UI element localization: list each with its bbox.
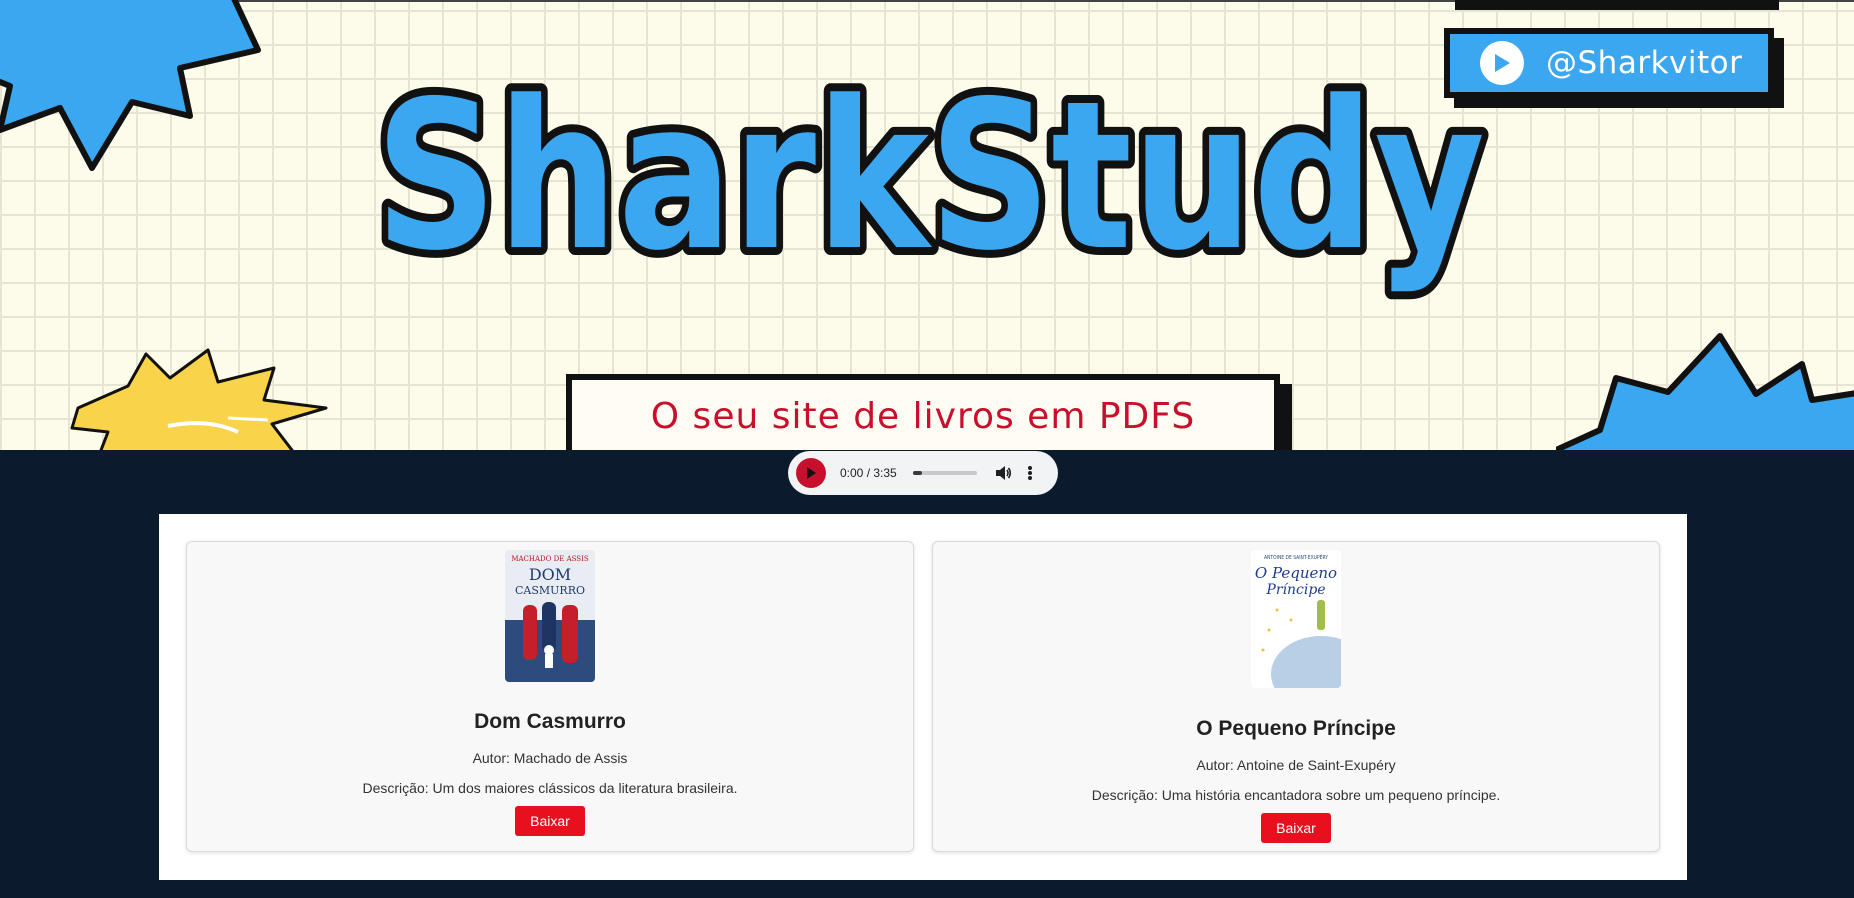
audio-player[interactable]: 0:00 / 3:35 (788, 451, 1058, 495)
svg-text:MACHADO DE ASSIS: MACHADO DE ASSIS (511, 555, 589, 563)
download-button[interactable]: Baixar (515, 806, 585, 836)
book-description: Descrição: Um dos maiores clássicos da l… (362, 780, 738, 796)
svg-text:DOM: DOM (529, 565, 571, 584)
audio-play-button[interactable] (796, 458, 826, 488)
audio-seek-progress (912, 471, 922, 475)
channel-handle: @Sharkvitor (1546, 45, 1743, 81)
hero-banner: @Sharkvitor SharkStudy O seu site de liv… (0, 0, 1854, 450)
tagline-box: O seu site de livros em PDFS (566, 374, 1280, 450)
svg-text:Príncipe: Príncipe (1265, 582, 1325, 598)
book-card: MACHADO DE ASSIS DOM CASMURRO Dom Casmur… (186, 541, 914, 852)
download-button[interactable]: Baixar (1261, 813, 1331, 843)
site-logo: SharkStudy (360, 50, 1500, 304)
tagline: O seu site de livros em PDFS (650, 396, 1196, 437)
book-cover-o-pequeno-principe: ANTOINE DE SAINT-EXUPÉRY O Pequeno Prínc… (1251, 550, 1341, 688)
blue-starburst-decoration (0, 0, 261, 171)
more-options-icon[interactable] (1027, 464, 1033, 482)
channel-tag-shadow (1455, 0, 1779, 10)
book-title: O Pequeno Príncipe (1196, 717, 1396, 740)
book-cover-dom-casmurro: MACHADO DE ASSIS DOM CASMURRO (505, 550, 595, 682)
book-title: Dom Casmurro (474, 710, 626, 733)
book-author: Autor: Machado de Assis (472, 750, 628, 766)
audio-time: 0:00 / 3:35 (840, 466, 897, 480)
logo-text: SharkStudy (375, 58, 1485, 296)
play-icon (807, 467, 816, 479)
yellow-starburst-decoration (70, 348, 328, 450)
book-description: Descrição: Uma história encantadora sobr… (1091, 787, 1501, 803)
svg-text:O Pequeno: O Pequeno (1255, 564, 1337, 582)
audio-seek-bar[interactable] (912, 471, 977, 475)
book-author: Autor: Antoine de Saint-Exupéry (1196, 757, 1396, 773)
svg-text:ANTOINE DE SAINT-EXUPÉRY: ANTOINE DE SAINT-EXUPÉRY (1264, 553, 1329, 561)
svg-text:CASMURRO: CASMURRO (515, 584, 585, 597)
book-card: ANTOINE DE SAINT-EXUPÉRY O Pequeno Prínc… (932, 541, 1660, 852)
books-panel: MACHADO DE ASSIS DOM CASMURRO Dom Casmur… (159, 514, 1687, 880)
blue-starburst-right-decoration (1556, 333, 1854, 450)
volume-icon[interactable] (995, 464, 1013, 482)
